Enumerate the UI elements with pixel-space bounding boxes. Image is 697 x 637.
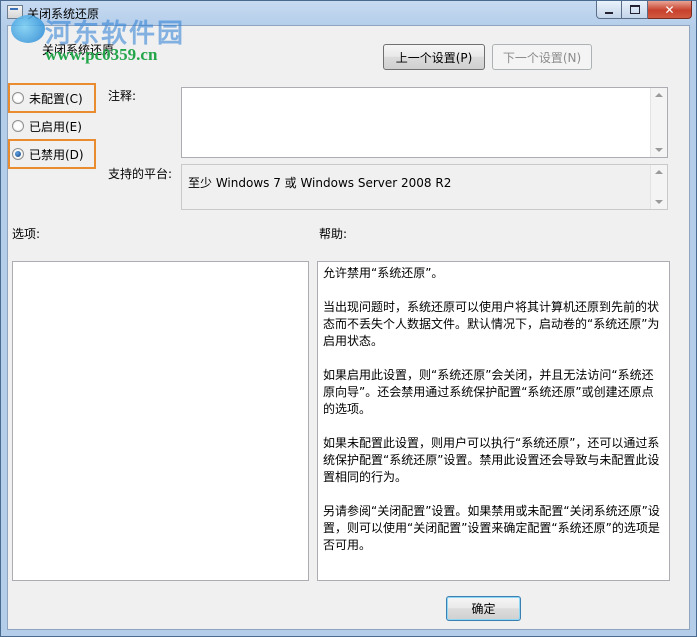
comment-textarea[interactable] [181, 87, 668, 158]
radio-enabled[interactable]: 已启用(E) [12, 116, 82, 136]
minimize-button[interactable] [596, 1, 622, 19]
platform-label: 支持的平台: [108, 167, 173, 181]
watermark-url: www.pc0359.cn [45, 45, 158, 64]
minimize-icon [605, 11, 613, 14]
radio-not-configured-label: 未配置(C) [29, 91, 83, 106]
help-paragraph: 如果启用此设置，则“系统还原”会关闭，并且无法访问“系统还原向导”。还会禁用通过… [323, 368, 654, 416]
radio-not-configured[interactable]: 未配置(C) [12, 88, 83, 108]
platform-field: 至少 Windows 7 或 Windows Server 2008 R2 [181, 164, 668, 210]
options-label: 选项: [12, 227, 41, 241]
scroll-down-icon[interactable] [655, 200, 663, 204]
help-paragraph: 当出现问题时，系统还原可以使用户将其计算机还原到先前的状态而不丢失个人数据文件。… [323, 300, 660, 348]
radio-enabled-label: 已启用(E) [29, 119, 82, 134]
help-paragraph: 允许禁用“系统还原”。 [323, 266, 444, 280]
close-icon: ✕ [664, 2, 675, 17]
help-paragraph: 另请参阅“关闭配置”设置。如果禁用或未配置“关闭系统还原”设置，则可以使用“关闭… [323, 504, 660, 552]
help-panel: 允许禁用“系统还原”。 当出现问题时，系统还原可以使用户将其计算机还原到先前的状… [317, 261, 670, 581]
help-paragraph: 如果未配置此设置，则用户可以执行“系统还原”，还可以通过系统保护配置“系统还原”… [323, 436, 660, 484]
radio-enabled-circle[interactable] [12, 120, 24, 132]
policy-dialog-window: 关闭系统还原 ✕ 关闭系统还原 上一个设置(P) 下一个设置(N) 未配置(C)… [0, 0, 697, 637]
scroll-up-icon[interactable] [655, 170, 663, 174]
scroll-up-icon[interactable] [655, 93, 663, 97]
scroll-down-icon[interactable] [655, 148, 663, 152]
comment-scrollbar[interactable] [650, 88, 667, 157]
radio-disabled-label: 已禁用(D) [29, 147, 84, 162]
next-setting-button: 下一个设置(N) [492, 44, 592, 70]
caption-buttons: ✕ [596, 1, 692, 21]
radio-disabled-circle[interactable] [12, 148, 24, 160]
maximize-button[interactable] [622, 1, 648, 19]
platform-value: 至少 Windows 7 或 Windows Server 2008 R2 [188, 176, 452, 190]
prev-setting-button[interactable]: 上一个设置(P) [383, 44, 485, 70]
maximize-icon [629, 5, 640, 14]
help-label: 帮助: [319, 227, 348, 241]
close-button[interactable]: ✕ [648, 1, 692, 19]
dialog-client-area: 关闭系统还原 上一个设置(P) 下一个设置(N) 未配置(C) 已启用(E) 已… [7, 25, 690, 630]
ok-button[interactable]: 确定 [446, 596, 521, 621]
comment-label: 注释: [108, 89, 137, 103]
radio-not-configured-circle[interactable] [12, 92, 24, 104]
radio-disabled[interactable]: 已禁用(D) [12, 144, 84, 164]
watermark-logo-icon [11, 15, 45, 43]
options-panel [12, 261, 309, 581]
platform-scrollbar[interactable] [650, 165, 667, 209]
